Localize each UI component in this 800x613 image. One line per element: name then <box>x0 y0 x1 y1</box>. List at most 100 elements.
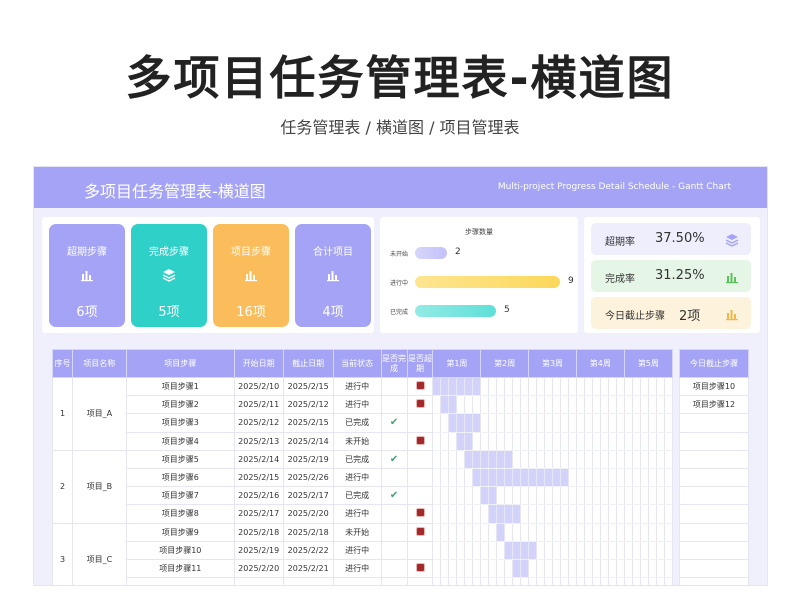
gantt-cell <box>440 522 450 542</box>
gantt-cell <box>536 522 546 542</box>
gantt-cell <box>608 431 617 451</box>
gantt-cell <box>584 376 593 397</box>
gantt-cell <box>624 449 633 469</box>
gantt-cell <box>512 449 522 469</box>
table-row[interactable]: 3 项目_C 项目步骤9 2025/2/18 2025/2/18 未开始 <box>52 522 673 585</box>
gantt-cell <box>432 395 442 415</box>
gantt-cell <box>592 522 601 542</box>
empty-cell <box>125 577 235 585</box>
gantt-cell <box>656 486 665 506</box>
week-header: 第4周 <box>575 349 625 378</box>
gantt-cell <box>456 540 466 560</box>
gantt-cell <box>584 413 593 433</box>
gantt-cell <box>512 486 522 506</box>
gantt-cell <box>464 558 474 579</box>
gantt-cell <box>440 413 450 433</box>
gantt-cell <box>648 395 657 415</box>
gantt-cell <box>496 376 506 397</box>
step-row-value: 5 <box>504 305 510 315</box>
gantt-cell <box>608 577 617 585</box>
check-icon: ✔ <box>389 453 399 465</box>
gantt-cell <box>448 486 458 506</box>
empty-cell <box>679 449 749 469</box>
gantt-cell <box>432 540 442 560</box>
column-header: 项目步骤 <box>125 349 235 378</box>
gantt-bar-cell <box>464 413 474 433</box>
table-row[interactable]: 项目步骤8 2025/2/17 2025/2/20 进行中 <box>53 504 673 524</box>
gantt-cell <box>648 486 657 506</box>
gantt-cell <box>536 449 546 469</box>
gantt-cell <box>624 413 633 433</box>
gantt-cell <box>584 449 593 469</box>
table-row[interactable]: 项目步骤3 2025/2/12 2025/2/15 已完成 ✔ <box>53 413 673 433</box>
gantt-cell <box>600 449 609 469</box>
gantt-cell <box>432 522 442 542</box>
dashboard-frame: 多项目任务管理表-横道图 Multi-project Progress Deta… <box>33 166 768 586</box>
gantt-cell <box>576 376 585 397</box>
gantt-bar-cell <box>480 449 490 469</box>
gantt-cell <box>656 449 665 469</box>
gantt-cell <box>616 449 625 469</box>
gantt-cell <box>640 558 649 579</box>
gantt-bar-cell <box>512 558 522 579</box>
gantt-cell <box>504 577 514 585</box>
gantt-cell <box>584 558 593 579</box>
gantt-cell <box>632 376 641 397</box>
gantt-cell <box>496 486 506 506</box>
list-item[interactable]: 项目步骤10 <box>679 376 749 397</box>
table-row[interactable]: 项目步骤2 2025/2/11 2025/2/12 进行中 <box>53 395 673 415</box>
gantt-cell <box>624 540 633 560</box>
gantt-cell <box>608 504 617 524</box>
gantt-cell <box>616 395 625 415</box>
overdue-flag-icon <box>416 400 424 408</box>
table-row[interactable]: 2 项目_B 项目步骤5 2025/2/14 2025/2/19 已完成 ✔ <box>52 449 673 524</box>
gantt-cell <box>520 413 530 433</box>
empty-cell <box>679 504 749 524</box>
gantt-cell <box>552 395 561 415</box>
empty-cell <box>233 577 284 585</box>
gantt-cell <box>552 449 561 469</box>
gantt-cell <box>440 558 450 579</box>
gantt-cell <box>640 522 649 542</box>
gantt-cell <box>608 376 617 397</box>
table-row[interactable]: 项目步骤6 2025/2/15 2025/2/26 进行中 <box>53 467 673 488</box>
table-row[interactable]: 项目步骤11 2025/2/20 2025/2/21 进行中 <box>53 558 673 579</box>
gantt-cell <box>432 449 442 469</box>
layers-icon <box>725 232 739 247</box>
gantt-cell <box>536 376 546 397</box>
gantt-cell <box>648 522 657 542</box>
gantt-cell <box>592 467 601 488</box>
list-item <box>679 431 749 451</box>
table-row[interactable]: 1 项目_A 项目步骤1 2025/2/10 2025/2/15 进行中 <box>52 376 673 451</box>
done-cell <box>380 467 408 488</box>
kpi-card: 完成步骤 5项 <box>131 224 207 327</box>
gantt-cell <box>520 486 530 506</box>
gantt-cell <box>480 413 490 433</box>
gantt-cell <box>520 376 530 397</box>
gantt-cell <box>592 431 601 451</box>
status: 进行中 <box>332 540 382 560</box>
gantt-cell <box>608 558 617 579</box>
gantt-bar-cell <box>520 467 530 488</box>
list-item[interactable]: 项目步骤12 <box>679 395 749 415</box>
overdue-flag-icon <box>416 436 424 444</box>
empty-cell <box>406 577 434 585</box>
gantt-cell <box>552 558 561 579</box>
page-subtitle: 任务管理表 / 横道图 / 项目管理表 <box>280 118 520 137</box>
table-row[interactable]: 项目步骤10 2025/2/19 2025/2/22 进行中 <box>53 540 673 560</box>
gantt-cell <box>512 522 522 542</box>
due-today-table: 今日截止步骤 项目步骤10 项目步骤12 <box>679 349 749 585</box>
gantt-cell <box>448 504 458 524</box>
gantt-cell <box>592 376 601 397</box>
overdue-cell <box>406 558 434 579</box>
gantt-cell <box>584 395 593 415</box>
table-row[interactable]: 项目步骤7 2025/2/16 2025/2/17 已完成 ✔ <box>53 486 673 506</box>
gantt-cell <box>456 522 466 542</box>
step-count-chart: 步骤数量 未开始 2 进行中 9 已完成 5 <box>380 217 578 333</box>
table-row[interactable]: 项目步骤4 2025/2/13 2025/2/14 未开始 <box>53 431 673 451</box>
gantt-cell <box>528 449 538 469</box>
gantt-cell <box>448 577 458 585</box>
gantt-cell <box>560 522 569 542</box>
check-icon: ✔ <box>389 417 399 429</box>
gantt-cell <box>512 413 522 433</box>
